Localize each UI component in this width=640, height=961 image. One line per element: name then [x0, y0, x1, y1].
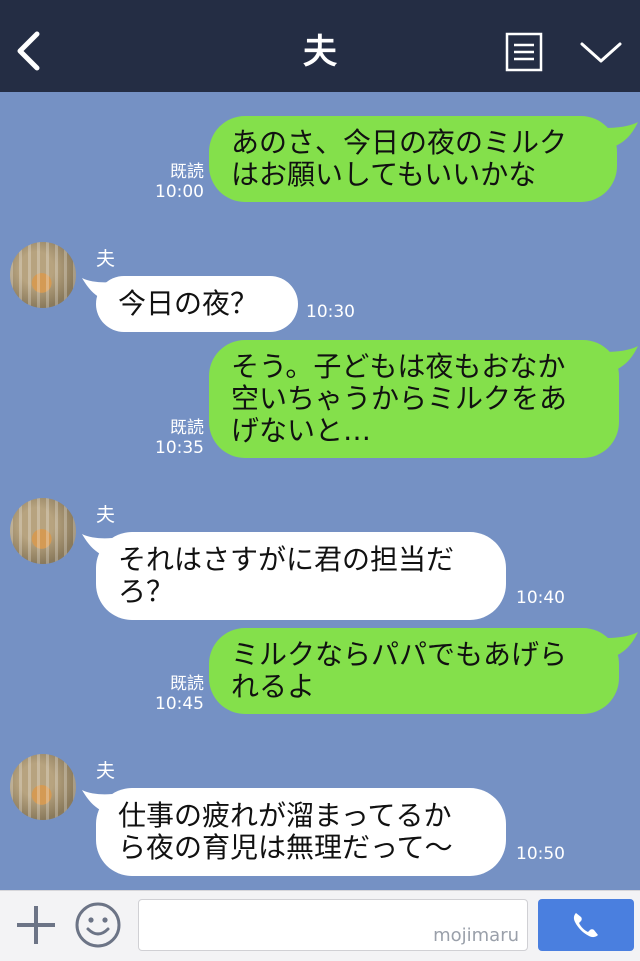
message-bubble-outgoing[interactable]: あのさ、今日の夜のミルク はお願いしてもいいかな	[209, 116, 617, 202]
message-input[interactable]: mojimaru	[138, 899, 528, 951]
menu-list-icon	[505, 32, 543, 72]
message-time: 10:50	[516, 844, 565, 864]
bubble-tail	[82, 278, 112, 302]
sender-name: 夫	[96, 248, 116, 270]
avatar[interactable]	[10, 242, 76, 308]
message-text: ミルクならパパでもあげら れるよ	[231, 638, 568, 703]
sender-name: 夫	[96, 760, 116, 782]
emoji-button[interactable]	[74, 901, 122, 949]
plus-icon	[17, 906, 55, 944]
message-bubble-outgoing[interactable]: そう。子どもは夜もおなか 空いちゃうからミルクをあ げないと…	[209, 340, 619, 458]
bubble-tail	[82, 534, 112, 558]
message-meta: 既読 10:00	[150, 162, 204, 202]
bubble-tail	[605, 122, 638, 148]
read-receipt: 既読	[170, 674, 204, 694]
message-text: それはさすがに君の担当だ ろ？	[118, 543, 455, 608]
input-bar: mojimaru	[0, 890, 640, 961]
message-bubble-incoming[interactable]: それはさすがに君の担当だ ろ？	[96, 532, 506, 620]
add-button[interactable]	[14, 903, 58, 947]
read-receipt: 既読	[170, 418, 204, 438]
message-meta: 既読 10:35	[150, 418, 204, 458]
chat-title: 夫	[303, 32, 337, 72]
phone-icon	[573, 913, 598, 938]
message-bubble-incoming[interactable]: 今日の夜？	[96, 276, 298, 332]
message-text: そう。子どもは夜もおなか 空いちゃうからミルクをあ げないと…	[231, 350, 568, 447]
chat-area[interactable]: 既読 10:00 あのさ、今日の夜のミルク はお願いしてもいいかな 夫 今日の夜…	[0, 92, 640, 890]
avatar[interactable]	[10, 754, 76, 820]
sender-name: 夫	[96, 504, 116, 526]
call-button[interactable]	[538, 899, 634, 951]
menu-button[interactable]	[505, 32, 543, 72]
chevron-down-icon	[580, 42, 622, 63]
smiley-icon	[75, 902, 121, 948]
bubble-tail	[82, 790, 112, 814]
chevron-down-button[interactable]	[578, 36, 624, 68]
avatar[interactable]	[10, 498, 76, 564]
message-bubble-incoming[interactable]: 仕事の疲れが溜まってるか ら夜の育児は無理だって〜	[96, 788, 506, 876]
message-time: 10:35	[155, 438, 204, 458]
bubble-tail	[605, 632, 638, 658]
message-text: 今日の夜？	[118, 287, 259, 320]
watermark-text: mojimaru	[433, 925, 519, 946]
bubble-tail	[605, 346, 638, 372]
message-text: 仕事の疲れが溜まってるか ら夜の育児は無理だって〜	[118, 799, 453, 864]
chat-header: 夫	[0, 0, 640, 92]
read-receipt: 既読	[170, 162, 204, 182]
message-text: あのさ、今日の夜のミルク はお願いしてもいいかな	[231, 126, 568, 191]
message-meta: 既読 10:45	[150, 674, 204, 714]
message-bubble-outgoing[interactable]: ミルクならパパでもあげら れるよ	[209, 628, 619, 714]
message-time: 10:30	[306, 302, 355, 322]
message-time: 10:45	[155, 694, 204, 714]
message-time: 10:00	[155, 182, 204, 202]
message-time: 10:40	[516, 588, 565, 608]
